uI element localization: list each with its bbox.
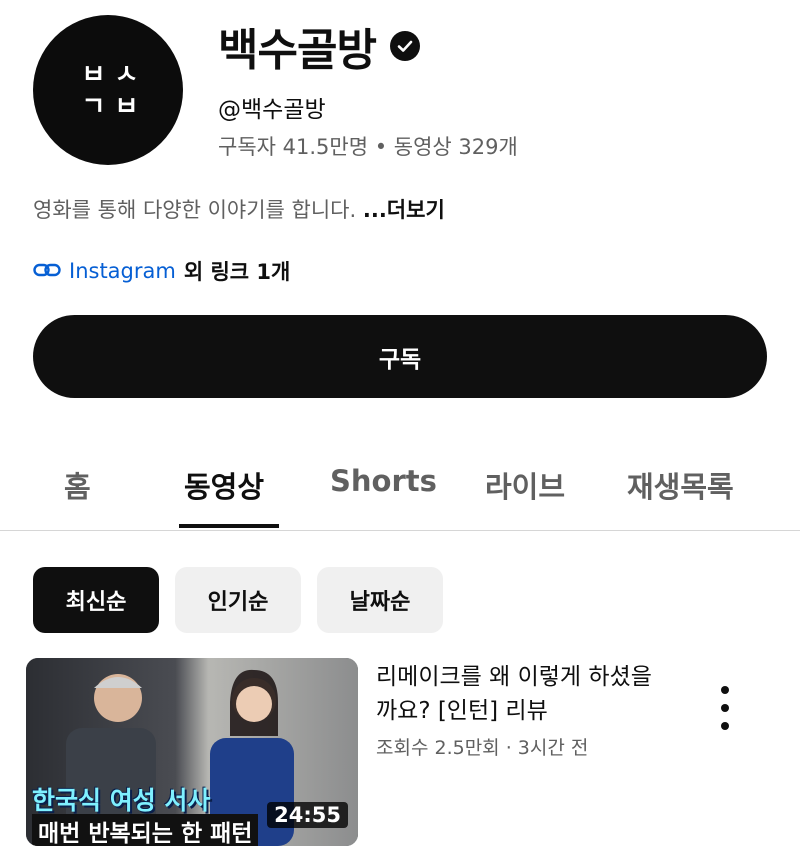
channel-links[interactable]: Instagram 외 링크 1개 xyxy=(33,256,290,286)
tab-videos[interactable]: 동영상 xyxy=(184,464,264,506)
menu-dot xyxy=(721,722,729,730)
channel-avatar[interactable]: ㅂ ㅅ ㄱ ㅂ xyxy=(33,15,183,165)
verified-check-icon xyxy=(389,31,420,61)
avatar-glyph: ㅂ xyxy=(114,92,139,122)
more-vert-icon[interactable] xyxy=(712,686,738,730)
tab-home[interactable]: 홈 xyxy=(64,464,91,506)
tab-live[interactable]: 라이브 xyxy=(485,464,565,506)
video-duration: 24:55 xyxy=(267,802,348,828)
sort-chip-oldest[interactable]: 날짜순 xyxy=(317,567,443,633)
avatar-glyph: ㅂ xyxy=(81,60,106,90)
channel-title-row: 백수골방 xyxy=(218,14,420,78)
active-tab-indicator xyxy=(179,524,279,528)
subscribe-button[interactable]: 구독 xyxy=(33,315,767,398)
instagram-link[interactable]: Instagram xyxy=(69,259,176,283)
avatar-glyph: ㄱ xyxy=(81,92,106,122)
video-thumbnail[interactable]: 한국식 여성 서사 매번 반복되는 한 패턴 24:55 xyxy=(26,658,358,846)
channel-description[interactable]: 영화를 통해 다양한 이야기를 합니다. ...더보기 xyxy=(33,194,445,224)
channel-stats: 구독자 41.5만명 • 동영상 329개 xyxy=(218,135,518,159)
more-link[interactable]: ...더보기 xyxy=(363,198,445,222)
tab-playlists[interactable]: 재생목록 xyxy=(627,464,734,506)
menu-dot xyxy=(721,704,729,712)
sort-chip-latest[interactable]: 최신순 xyxy=(33,567,159,633)
channel-tabs: 홈 동영상 Shorts 라이브 재생목록 xyxy=(0,448,800,531)
link-icon xyxy=(33,259,61,283)
thumbnail-caption-1: 한국식 여성 서사 xyxy=(32,786,211,815)
video-meta: 조회수 2.5만회 · 3시간 전 xyxy=(376,737,589,759)
tab-shorts[interactable]: Shorts xyxy=(330,464,437,498)
avatar-glyph: ㅅ xyxy=(114,60,139,90)
thumbnail-caption-2: 매번 반복되는 한 패턴 xyxy=(32,814,259,846)
video-title[interactable]: 리메이크를 왜 이렇게 하셨을까요? [인턴] 리뷰 xyxy=(376,660,666,728)
sort-chip-popular[interactable]: 인기순 xyxy=(175,567,301,633)
channel-name: 백수골방 xyxy=(218,25,377,76)
channel-handle: @백수골방 xyxy=(218,97,326,123)
extra-links-text[interactable]: 외 링크 1개 xyxy=(184,256,291,286)
description-text: 영화를 통해 다양한 이야기를 합니다. xyxy=(33,198,357,222)
menu-dot xyxy=(721,686,729,694)
